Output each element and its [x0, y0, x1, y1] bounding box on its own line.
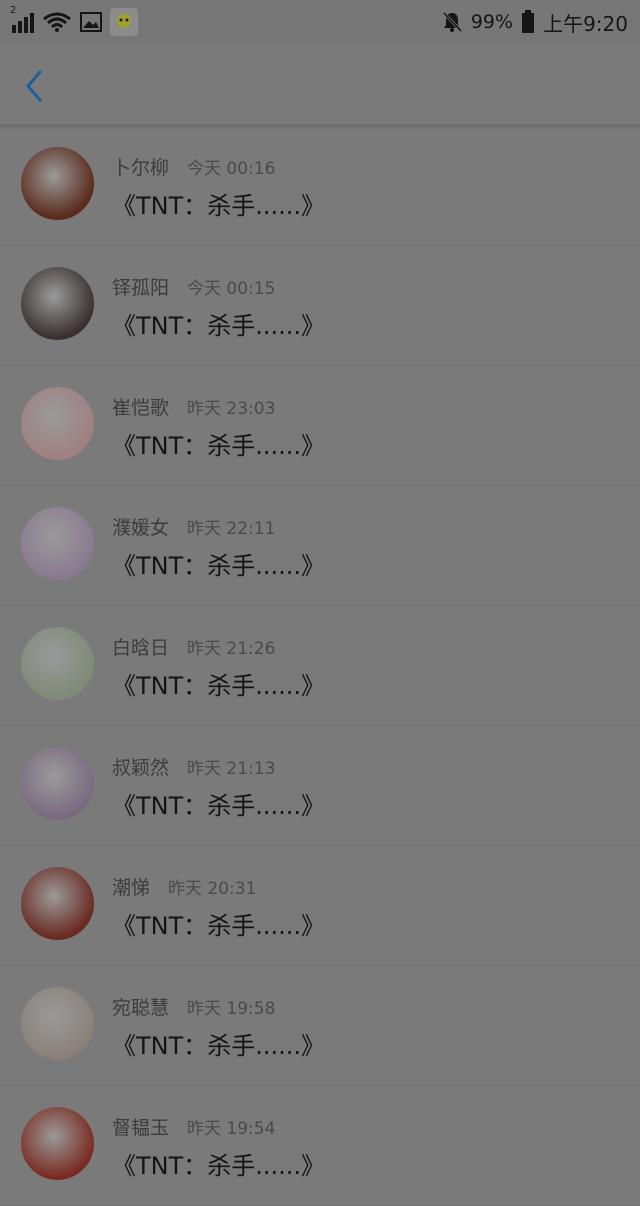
timestamp: 昨天 20:31	[168, 879, 257, 899]
user-name: 濮媛女	[112, 517, 170, 539]
item-header: 濮媛女 昨天 22:11	[112, 513, 275, 540]
avatar[interactable]	[21, 867, 94, 940]
item-title: 《TNT：杀手......》	[112, 912, 326, 940]
image-icon	[80, 12, 102, 32]
battery-icon	[522, 10, 535, 33]
avatar[interactable]	[21, 267, 94, 340]
message-list: 卜尔柳 今天 00:16 《TNT：杀手......》 铎孤阳 今天 00:15 《TNT…	[0, 126, 640, 1206]
avatar[interactable]	[21, 987, 94, 1060]
timestamp: 今天 00:15	[187, 279, 276, 299]
user-name: 卜尔柳	[112, 157, 170, 179]
top-nav-bar	[0, 44, 640, 125]
avatar[interactable]	[21, 387, 94, 460]
item-title: 《TNT：杀手......》	[112, 1152, 326, 1180]
list-item[interactable]: 卜尔柳 今天 00:16 《TNT：杀手......》	[0, 126, 640, 246]
item-header: 宛聪慧 昨天 19:58	[112, 993, 275, 1020]
timestamp: 昨天 19:54	[187, 1119, 276, 1139]
item-header: 督韫玉 昨天 19:54	[112, 1113, 275, 1140]
avatar[interactable]	[21, 627, 94, 700]
status-left: 2	[10, 5, 138, 36]
user-name: 宛聪慧	[112, 997, 170, 1019]
user-name: 崔恺歌	[112, 397, 170, 419]
timestamp: 今天 00:16	[187, 159, 276, 179]
item-header: 崔恺歌 昨天 23:03	[112, 393, 275, 420]
item-title: 《TNT：杀手......》	[112, 312, 326, 340]
app-icon	[110, 8, 138, 36]
avatar[interactable]	[21, 507, 94, 580]
avatar[interactable]	[21, 747, 94, 820]
list-item[interactable]: 铎孤阳 今天 00:15 《TNT：杀手......》	[0, 246, 640, 366]
status-time: 上午9:20	[543, 11, 628, 36]
list-item[interactable]: 白晗日 昨天 21:26 《TNT：杀手......》	[0, 606, 640, 726]
list-item[interactable]: 叔颖然 昨天 21:13 《TNT：杀手......》	[0, 726, 640, 846]
item-title: 《TNT：杀手......》	[112, 1032, 326, 1060]
item-title: 《TNT：杀手......》	[112, 552, 326, 580]
item-title: 《TNT：杀手......》	[112, 672, 326, 700]
user-name: 潮悌	[112, 877, 151, 899]
back-button[interactable]	[18, 66, 54, 106]
item-title: 《TNT：杀手......》	[112, 792, 326, 820]
signal-sim-label: 2	[10, 5, 17, 16]
item-header: 潮悌 昨天 20:31	[112, 873, 256, 900]
user-name: 白晗日	[112, 637, 170, 659]
user-name: 叔颖然	[112, 757, 170, 779]
status-right: 99% 上午9:20	[441, 8, 628, 36]
item-header: 铎孤阳 今天 00:15	[112, 273, 275, 300]
avatar[interactable]	[21, 147, 94, 220]
user-name: 铎孤阳	[112, 277, 170, 299]
item-title: 《TNT：杀手......》	[112, 432, 326, 460]
item-header: 叔颖然 昨天 21:13	[112, 753, 275, 780]
chevron-left-icon	[26, 70, 42, 102]
battery-percent: 99%	[470, 11, 514, 33]
timestamp: 昨天 21:13	[187, 759, 276, 779]
list-item[interactable]: 濮媛女 昨天 22:11 《TNT：杀手......》	[0, 486, 640, 606]
list-item[interactable]: 潮悌 昨天 20:31 《TNT：杀手......》	[0, 846, 640, 966]
avatar[interactable]	[21, 1107, 94, 1180]
list-item[interactable]: 宛聪慧 昨天 19:58 《TNT：杀手......》	[0, 966, 640, 1086]
bell-off-icon	[442, 11, 462, 33]
timestamp: 昨天 22:11	[187, 519, 276, 539]
list-item[interactable]: 督韫玉 昨天 19:54 《TNT：杀手......》	[0, 1086, 640, 1206]
timestamp: 昨天 19:58	[187, 999, 276, 1019]
wifi-icon	[43, 12, 71, 32]
item-title: 《TNT：杀手......》	[112, 192, 326, 220]
timestamp: 昨天 21:26	[187, 639, 276, 659]
list-item[interactable]: 崔恺歌 昨天 23:03 《TNT：杀手......》	[0, 366, 640, 486]
timestamp: 昨天 23:03	[187, 399, 276, 419]
item-header: 白晗日 昨天 21:26	[112, 633, 275, 660]
item-header: 卜尔柳 今天 00:16	[112, 153, 275, 180]
signal-icon: 2	[10, 5, 34, 33]
status-bar: 2 99% 上午9:20	[0, 0, 640, 44]
user-name: 督韫玉	[112, 1117, 170, 1139]
